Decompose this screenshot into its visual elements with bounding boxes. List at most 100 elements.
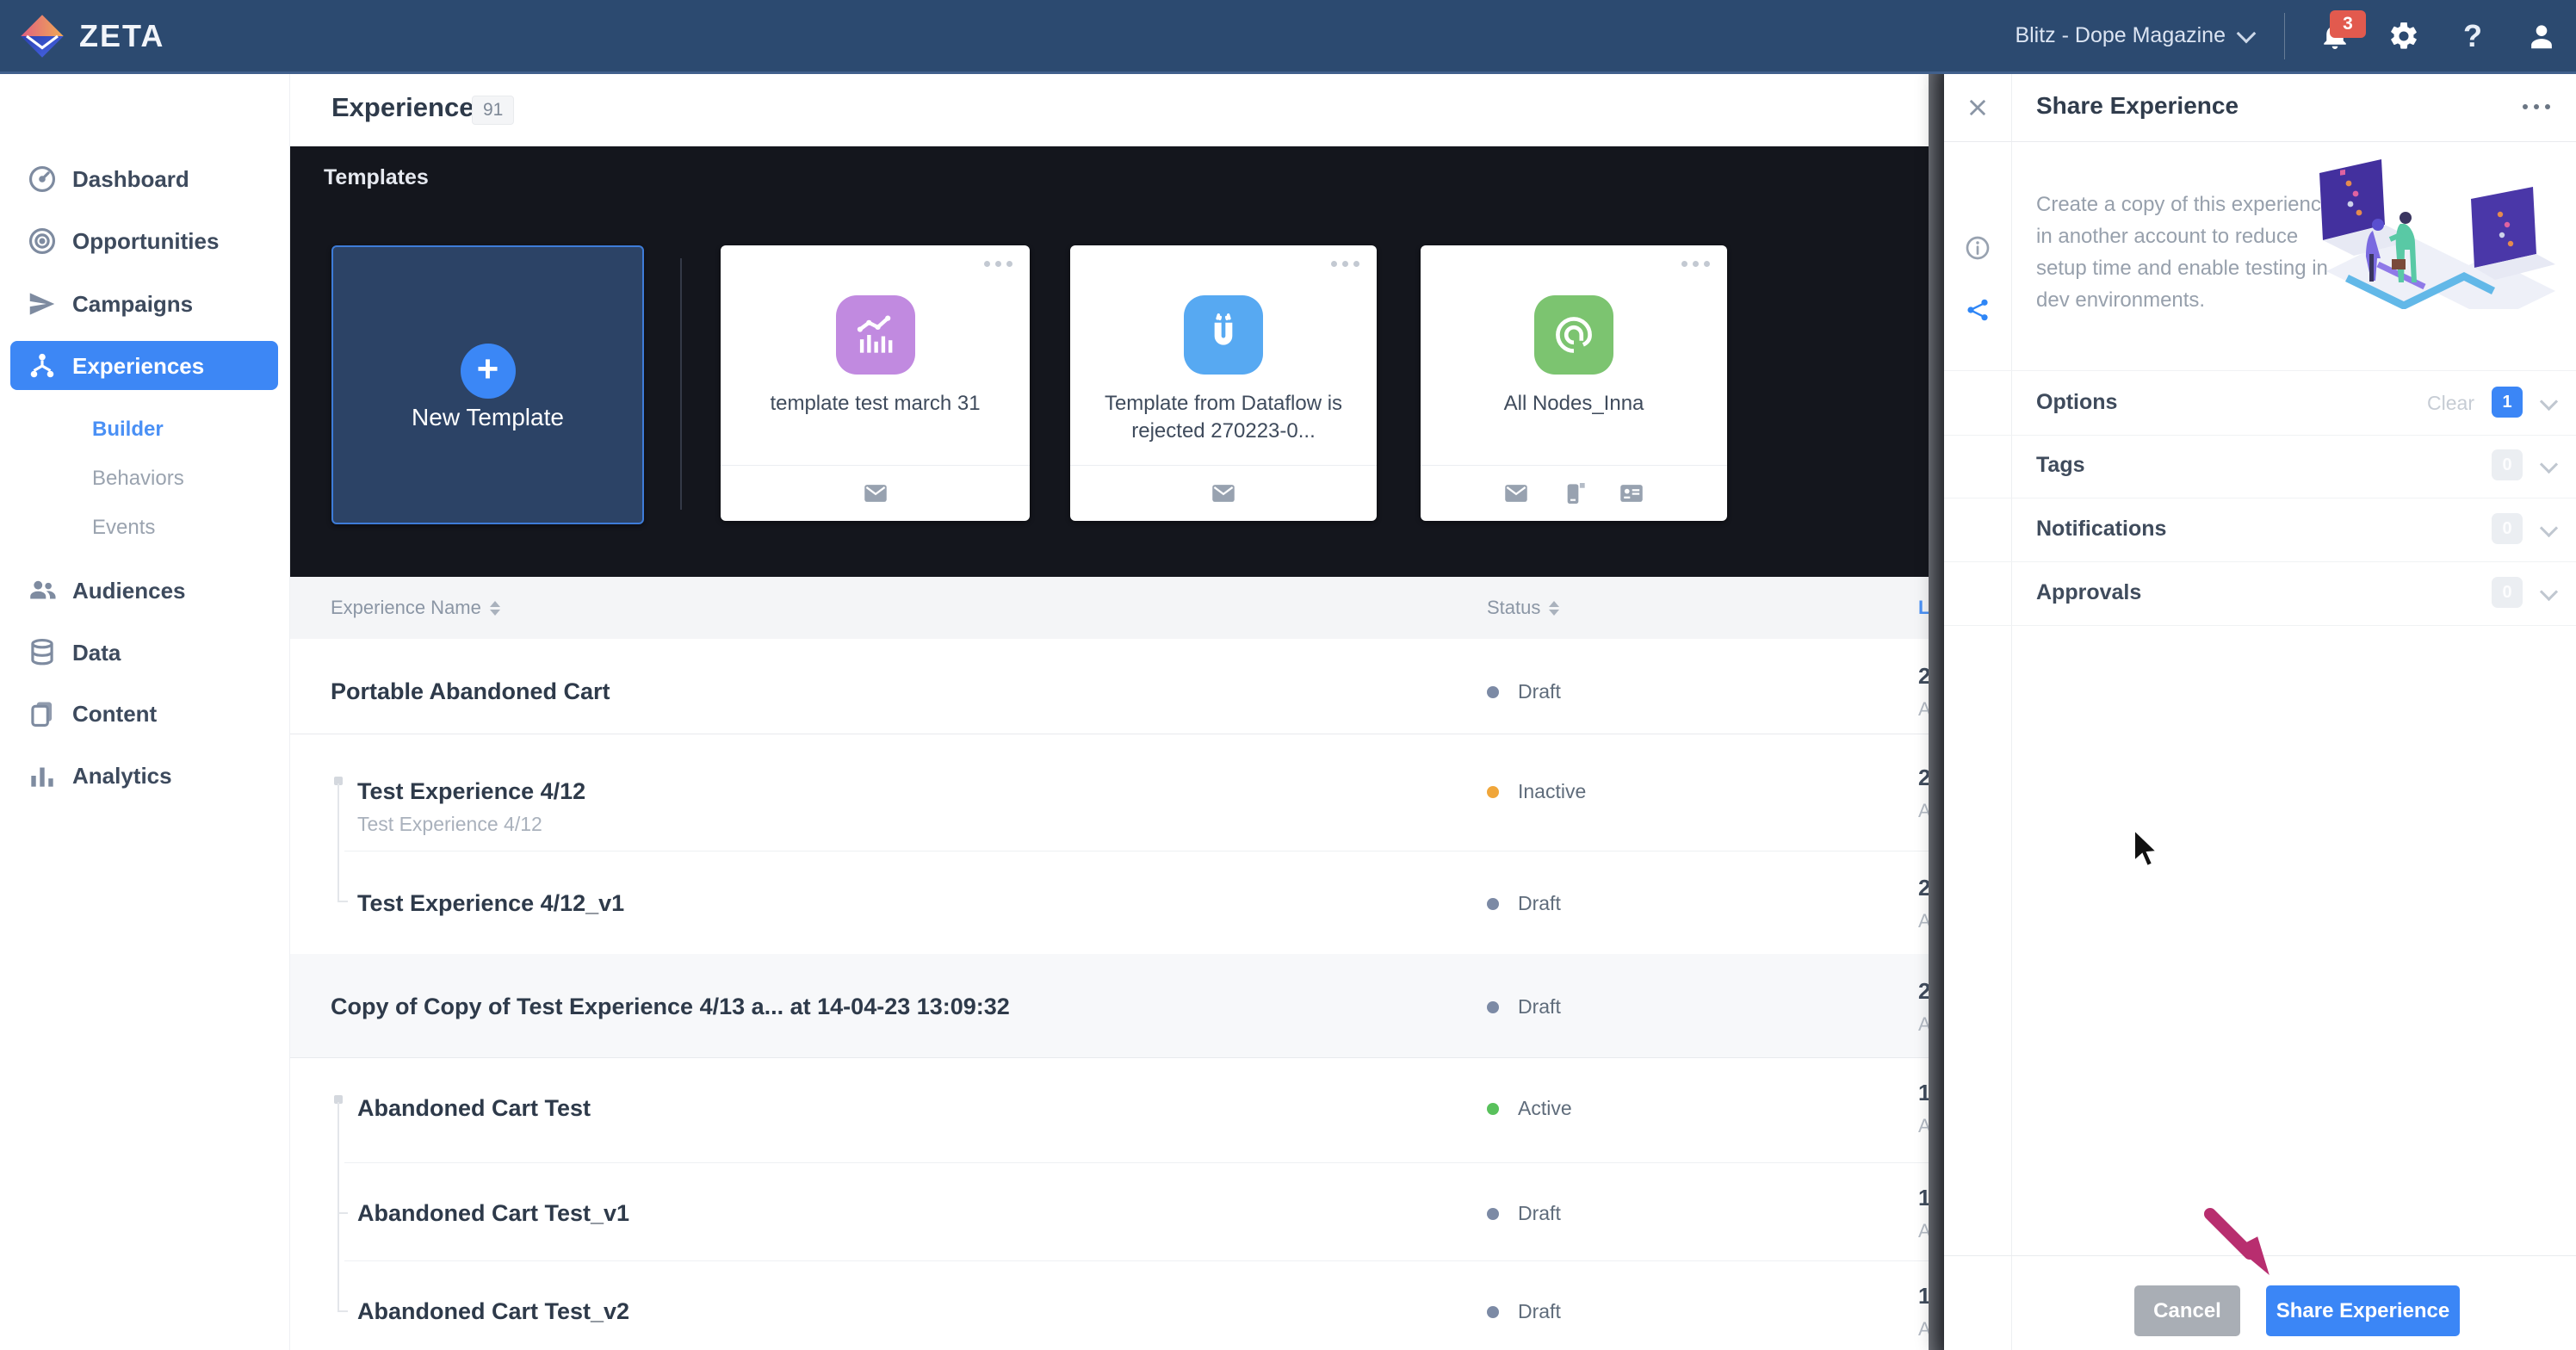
sidebar-item-label: Dashboard xyxy=(72,166,189,193)
flow-icon xyxy=(26,350,59,382)
sidebar-item-analytics[interactable]: Analytics xyxy=(0,752,289,800)
account-name: Blitz - Dope Magazine xyxy=(2015,23,2226,48)
chart-icon xyxy=(836,295,915,375)
chevron-down-icon xyxy=(2540,583,2558,601)
sidebar-item-label: Data xyxy=(72,640,121,666)
sidebar-subitem-builder[interactable]: Builder xyxy=(92,418,164,442)
column-header-experience-name[interactable]: Experience Name xyxy=(331,577,500,639)
template-card[interactable]: template test march 31 xyxy=(721,245,1030,521)
template-title: template test march 31 xyxy=(742,390,1009,418)
pages-icon xyxy=(26,697,59,730)
share-icon[interactable] xyxy=(1964,296,1991,324)
experience-count-badge: 91 xyxy=(472,96,514,125)
sidebar-item-opportunities[interactable]: Opportunities xyxy=(0,217,289,265)
spiral-icon xyxy=(1534,295,1613,375)
email-icon xyxy=(1209,479,1238,508)
template-title: Template from Dataflow is rejected 27022… xyxy=(1090,390,1357,445)
status-dot xyxy=(1487,686,1499,698)
cancel-button[interactable]: Cancel xyxy=(2134,1285,2240,1336)
template-card[interactable]: All Nodes_Inna xyxy=(1421,245,1727,521)
new-template-card[interactable]: + New Template xyxy=(331,245,644,524)
card-menu-icon[interactable] xyxy=(1681,261,1710,267)
paper-plane-icon xyxy=(26,288,59,320)
section-notifications[interactable]: Notifications 0 xyxy=(1944,498,2576,562)
zeta-logo-icon xyxy=(19,13,65,59)
experience-name: Abandoned Cart Test_v1 xyxy=(357,1200,629,1227)
status-dot xyxy=(1487,786,1499,798)
settings-button[interactable] xyxy=(2385,17,2423,55)
status-dot xyxy=(1487,898,1499,910)
chevron-down-icon xyxy=(2237,23,2257,43)
section-tags[interactable]: Tags 0 xyxy=(1944,434,2576,499)
section-label: Notifications xyxy=(2036,517,2166,542)
experience-name: Portable Abandoned Cart xyxy=(331,678,610,705)
sidebar-subitem-behaviors[interactable]: Behaviors xyxy=(92,467,184,491)
info-icon[interactable] xyxy=(1964,234,1991,262)
sidebar-item-label: Experiences xyxy=(72,353,204,380)
panel-header: Share Experience xyxy=(1944,71,2576,142)
account-switcher[interactable]: Blitz - Dope Magazine xyxy=(2015,23,2253,48)
email-icon xyxy=(861,479,890,508)
sidebar-item-label: Analytics xyxy=(72,763,172,790)
status-dot xyxy=(1487,1306,1499,1318)
status-dot xyxy=(1487,1103,1499,1115)
sidebar-item-content[interactable]: Content xyxy=(0,690,289,738)
people-icon xyxy=(26,574,59,607)
status-badge: Inactive xyxy=(1487,780,1586,803)
sidebar-item-audiences[interactable]: Audiences xyxy=(0,567,289,615)
help-button[interactable]: ? xyxy=(2454,17,2492,55)
status-badge: Active xyxy=(1487,1097,1572,1120)
contact-card-icon xyxy=(1617,479,1646,508)
status-badge: Draft xyxy=(1487,1300,1561,1323)
new-template-label: New Template xyxy=(333,404,642,431)
database-icon xyxy=(26,636,59,669)
chevron-down-icon xyxy=(2540,455,2558,474)
share-experience-panel: Share Experience Create a copy of this e… xyxy=(1944,71,2576,1350)
column-header-status[interactable]: Status xyxy=(1487,577,1559,639)
notification-badge: 3 xyxy=(2330,10,2366,38)
status-dot xyxy=(1487,1001,1499,1013)
status-badge: Draft xyxy=(1487,1202,1561,1225)
card-menu-icon[interactable] xyxy=(1331,261,1359,267)
magnet-icon xyxy=(1184,295,1263,375)
user-menu-button[interactable] xyxy=(2523,17,2561,55)
count-badge: 0 xyxy=(2492,513,2523,544)
help-icon: ? xyxy=(2463,18,2482,54)
section-label: Tags xyxy=(2036,453,2085,478)
panel-description: Create a copy of this experience in anot… xyxy=(2036,189,2333,316)
target-icon xyxy=(26,225,59,257)
templates-divider xyxy=(680,258,682,510)
clear-button[interactable]: Clear xyxy=(2427,392,2474,415)
sidebar-item-data[interactable]: Data xyxy=(0,629,289,677)
sidebar-subitem-events[interactable]: Events xyxy=(92,516,155,540)
sidebar-item-label: Audiences xyxy=(72,578,186,604)
section-approvals[interactable]: Approvals 0 xyxy=(1944,561,2576,626)
panel-menu-icon[interactable] xyxy=(2523,104,2550,109)
template-card[interactable]: Template from Dataflow is rejected 27022… xyxy=(1070,245,1377,521)
experience-name: Test Experience 4/12_v1 xyxy=(357,890,624,917)
gear-icon xyxy=(2387,20,2420,53)
mobile-icon xyxy=(1560,480,1588,507)
section-options[interactable]: Options Clear 1 xyxy=(1944,370,2576,436)
share-illustration xyxy=(2295,158,2555,309)
sort-icon xyxy=(490,601,500,616)
experience-name: Abandoned Cart Test_v2 xyxy=(357,1298,629,1325)
brand-name: ZETA xyxy=(79,18,164,54)
sidebar-item-experiences[interactable]: Experiences xyxy=(0,342,289,390)
navbar-divider xyxy=(2284,13,2285,59)
plus-circle: + xyxy=(461,344,516,399)
sidebar-item-label: Content xyxy=(72,701,157,728)
plus-icon: + xyxy=(477,350,499,388)
notifications-button[interactable]: 3 xyxy=(2316,17,2354,55)
card-menu-icon[interactable] xyxy=(984,261,1012,267)
count-badge: 0 xyxy=(2492,449,2523,480)
bar-chart-icon xyxy=(26,759,59,792)
brand[interactable]: ZETA xyxy=(19,13,164,59)
sidebar-item-dashboard[interactable]: Dashboard xyxy=(0,155,289,203)
section-label: Options xyxy=(2036,390,2117,415)
panel-rail xyxy=(1944,71,2012,1350)
scrollbar[interactable] xyxy=(1929,71,1944,1350)
share-experience-button[interactable]: Share Experience xyxy=(2266,1285,2460,1336)
sidebar-item-label: Opportunities xyxy=(72,228,219,255)
sidebar-item-campaigns[interactable]: Campaigns xyxy=(0,280,289,328)
